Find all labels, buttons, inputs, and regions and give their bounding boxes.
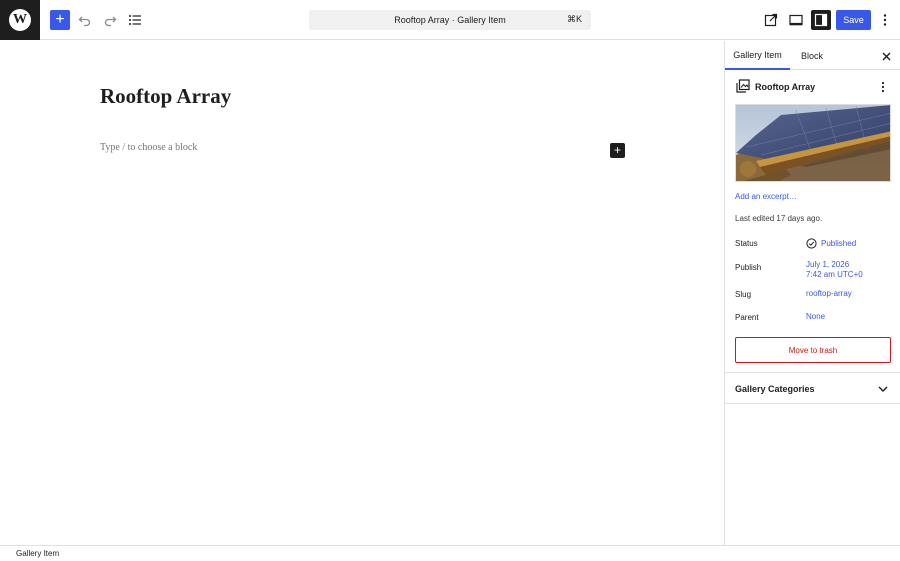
editor-footer: Gallery Item	[0, 545, 900, 561]
add-excerpt-link[interactable]: Add an excerpt…	[735, 192, 797, 201]
external-link-icon	[764, 13, 778, 27]
more-vertical-icon	[881, 81, 885, 93]
command-shortcut: ⌘K	[566, 14, 582, 24]
sidebar-tabs: Gallery Item Block	[725, 41, 900, 70]
redo-button[interactable]	[100, 10, 120, 30]
editor-header: W + Rooftop Array · Gallery Item ⌘K Save	[0, 0, 900, 40]
sidebar-icon	[814, 13, 828, 27]
post-summary-title: Rooftop Array	[755, 82, 816, 92]
tab-gallery-item[interactable]: Gallery Item	[725, 41, 790, 70]
empty-block-placeholder[interactable]: Type / to choose a block	[100, 142, 197, 153]
add-block-button[interactable]: +	[610, 143, 625, 158]
close-sidebar-button[interactable]	[879, 49, 893, 63]
publish-date-toggle[interactable]: July 1, 2026 7:42 am UTC+0	[806, 260, 863, 280]
settings-sidebar: Gallery Item Block Rooftop Array Add an …	[724, 41, 900, 545]
block-inserter-button[interactable]: +	[50, 10, 70, 30]
redo-icon	[104, 16, 117, 27]
document-title: Rooftop Array · Gallery Item	[394, 15, 506, 25]
device-preview-button[interactable]	[786, 10, 806, 30]
status-toggle[interactable]: Published	[806, 238, 856, 249]
undo-button[interactable]	[75, 10, 95, 30]
list-view-icon	[129, 15, 141, 25]
command-palette-trigger[interactable]: Rooftop Array · Gallery Item ⌘K	[309, 10, 591, 30]
parent-toggle[interactable]: None	[806, 312, 825, 322]
parent-label: Parent	[735, 313, 759, 322]
last-edited-text: Last edited 17 days ago.	[735, 214, 823, 223]
gallery-categories-panel-toggle[interactable]: Gallery Categories	[725, 373, 900, 404]
publish-time: 7:42 am UTC+0	[806, 270, 863, 279]
editor-canvas[interactable]: Rooftop Array Type / to choose a block +	[0, 41, 724, 545]
document-overview-button[interactable]	[125, 10, 145, 30]
post-title-field[interactable]: Rooftop Array	[100, 84, 231, 109]
view-post-button[interactable]	[761, 10, 781, 30]
plus-icon: +	[613, 143, 621, 157]
gallery-categories-title: Gallery Categories	[735, 384, 815, 394]
close-icon	[882, 52, 890, 60]
settings-toggle-button[interactable]	[811, 10, 831, 30]
publish-date: July 1, 2026	[806, 260, 850, 269]
wordpress-logo-button[interactable]: W	[0, 0, 40, 40]
status-label: Status	[735, 239, 758, 248]
move-to-trash-button[interactable]: Move to trash	[735, 337, 891, 363]
wordpress-icon: W	[9, 9, 31, 31]
undo-icon	[78, 16, 91, 27]
published-icon	[806, 238, 817, 249]
publish-label: Publish	[735, 263, 762, 272]
slug-toggle[interactable]: rooftop-array	[806, 289, 852, 299]
featured-image-photo	[736, 105, 890, 181]
slug-label: Slug	[735, 290, 752, 299]
status-value: Published	[821, 238, 857, 248]
tab-block[interactable]: Block	[792, 41, 832, 70]
post-actions-button[interactable]	[875, 80, 891, 94]
breadcrumb[interactable]: Gallery Item	[16, 549, 59, 558]
options-menu-button[interactable]	[875, 10, 895, 30]
more-vertical-icon	[883, 14, 887, 26]
save-button[interactable]: Save	[836, 10, 871, 30]
plus-icon: +	[55, 11, 65, 28]
chevron-down-icon	[876, 382, 890, 396]
featured-image[interactable]	[735, 104, 891, 182]
desktop-icon	[789, 14, 803, 26]
post-type-icon	[736, 79, 750, 93]
